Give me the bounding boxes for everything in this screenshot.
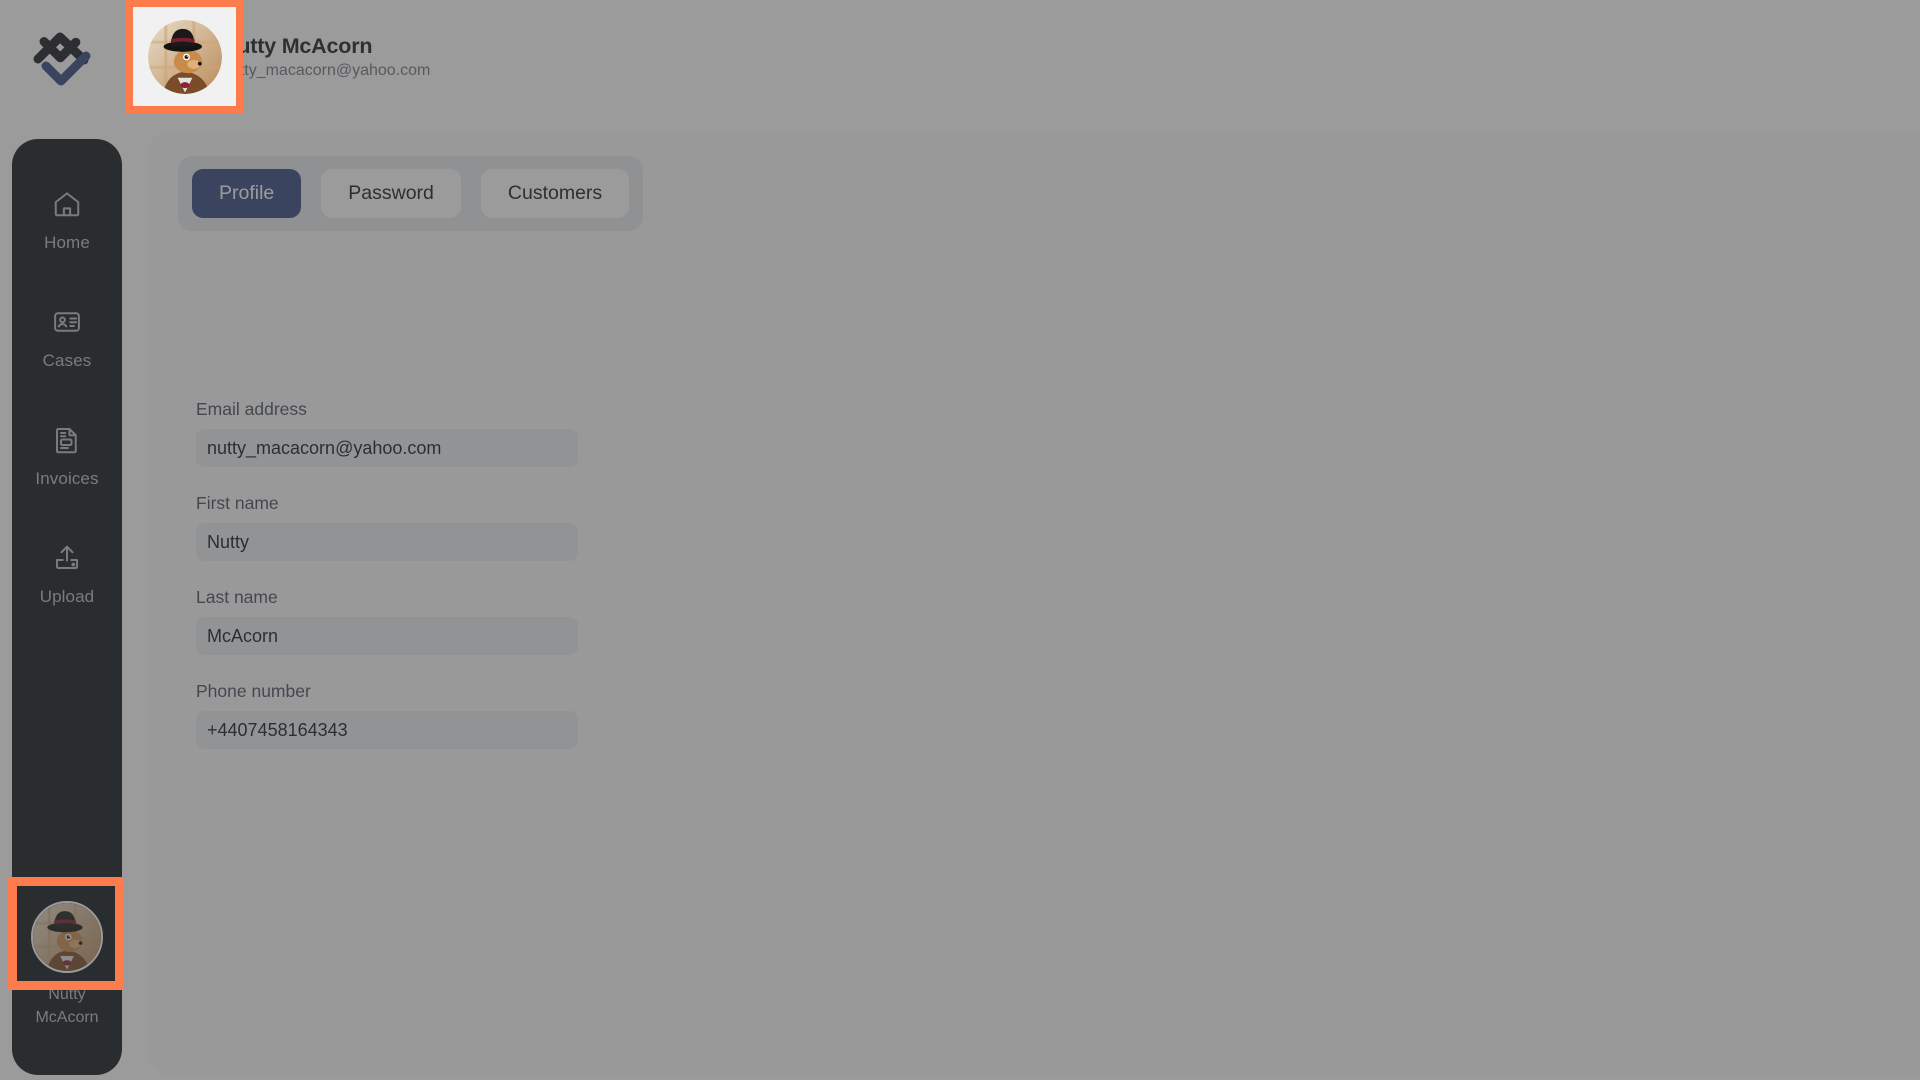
profile-form: Email address First name Last name Phone… xyxy=(196,399,578,749)
upload-icon xyxy=(52,543,82,573)
app-root: Nutty McAcorn nutty_macacorn@yahoo.com H… xyxy=(0,0,1920,1080)
sidebar-user-avatar[interactable]: Nutty McAcorn xyxy=(12,901,122,1075)
left-sidebar: Home Cases Invoices Upload Nutty McAcorn xyxy=(12,139,122,1075)
tab-group: Profile Password Customers xyxy=(178,156,644,231)
first-name-field-label: First name xyxy=(196,493,279,513)
topbar-user-text: Nutty McAcorn nutty_macacorn@yahoo.com xyxy=(222,34,430,80)
home-icon xyxy=(52,189,82,219)
phone-number-field[interactable] xyxy=(196,711,578,749)
email-field[interactable] xyxy=(196,429,578,467)
topbar-user-email: nutty_macacorn@yahoo.com xyxy=(222,61,431,79)
first-name-field[interactable] xyxy=(196,523,578,561)
sidebar-item-label: Home xyxy=(44,233,90,252)
top-bar: Nutty McAcorn nutty_macacorn@yahoo.com xyxy=(0,0,1920,113)
avatar xyxy=(31,901,103,973)
tab-profile[interactable]: Profile xyxy=(192,169,302,218)
topbar-avatar[interactable] xyxy=(130,19,204,94)
sidebar-item-label: Invoices xyxy=(35,469,99,488)
sidebar-item-label: Cases xyxy=(42,351,92,370)
topbar-user-name: Nutty McAcorn xyxy=(222,33,373,58)
main-content-card: Profile Password Customers Email address… xyxy=(148,131,1920,1075)
sidebar-item-upload[interactable]: Upload xyxy=(12,531,122,649)
email-field-label: Email address xyxy=(196,399,307,419)
squirrel-avatar-art xyxy=(130,19,204,94)
sidebar-item-home[interactable]: Home xyxy=(12,177,122,295)
tab-customers[interactable]: Customers xyxy=(480,169,630,218)
app-logo[interactable] xyxy=(0,0,122,113)
chevron-diamond-logo-icon xyxy=(30,26,92,88)
invoice-document-icon xyxy=(52,425,82,455)
squirrel-avatar-art xyxy=(33,903,101,971)
id-card-icon xyxy=(52,307,82,337)
last-name-field[interactable] xyxy=(196,617,578,655)
topbar-user-block: Nutty McAcorn nutty_macacorn@yahoo.com xyxy=(130,19,430,94)
email-field-group: Email address xyxy=(196,399,578,467)
first-name-field-group: First name xyxy=(196,493,578,561)
sidebar-user-name-line1: Nutty xyxy=(48,986,86,1003)
sidebar-item-invoices[interactable]: Invoices xyxy=(12,413,122,531)
sidebar-item-label: Upload xyxy=(39,587,95,606)
last-name-field-group: Last name xyxy=(196,587,578,655)
phone-number-field-group: Phone number xyxy=(196,681,578,749)
sidebar-user-name: Nutty McAcorn xyxy=(17,983,117,1029)
tab-password[interactable]: Password xyxy=(321,169,461,218)
sidebar-item-cases[interactable]: Cases xyxy=(12,295,122,413)
phone-number-field-label: Phone number xyxy=(196,681,311,701)
sidebar-user-name-line2: McAcorn xyxy=(35,1009,99,1026)
last-name-field-label: Last name xyxy=(196,587,278,607)
